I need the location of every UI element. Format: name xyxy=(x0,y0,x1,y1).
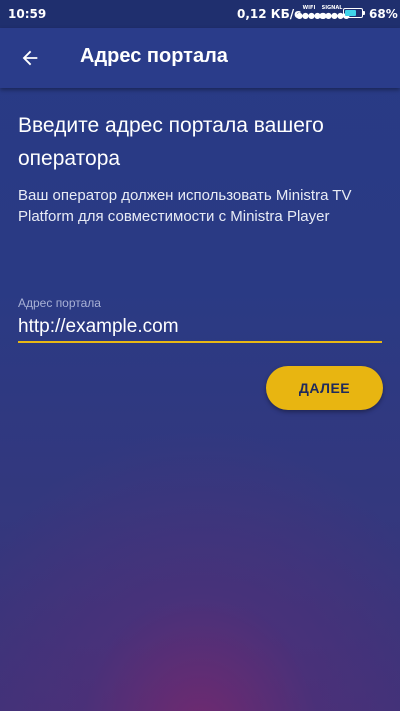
portal-address-input[interactable] xyxy=(18,313,382,343)
arrow-left-icon xyxy=(22,50,38,66)
next-button[interactable]: ДАЛЕЕ xyxy=(266,366,383,410)
back-button[interactable] xyxy=(6,34,54,82)
network-speed: 0,12 КБ/с xyxy=(237,7,302,21)
battery-percentage: 68% xyxy=(369,7,398,21)
background xyxy=(0,0,400,711)
instruction-description: Ваш оператор должен использовать Ministr… xyxy=(18,187,352,225)
instruction-heading: Введите адрес портала вашего оператора xyxy=(18,114,324,170)
battery-tip xyxy=(363,11,365,15)
status-bar: 10:59 0,12 КБ/с WIFI ●●●●● SIGNAL ●●●●● … xyxy=(0,0,400,28)
portal-address-label: Адрес портала xyxy=(18,296,101,310)
page-title: Адрес портала xyxy=(80,45,228,67)
battery-icon xyxy=(343,8,363,18)
status-time: 10:59 xyxy=(8,7,47,21)
signal-icon: SIGNAL ●●●●● xyxy=(319,5,350,20)
app-bar: Адрес портала xyxy=(0,28,400,88)
battery-fill xyxy=(345,10,356,16)
